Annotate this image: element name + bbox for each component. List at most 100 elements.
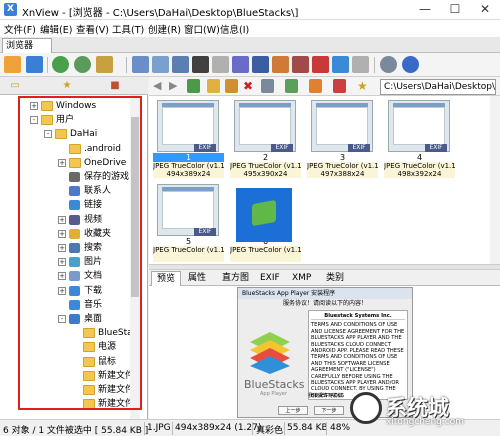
new-folder-icon[interactable] bbox=[207, 79, 220, 93]
title-bar: X XnView - [浏览器 - C:\Users\DaHai\Desktop… bbox=[0, 0, 500, 20]
thumbnail-type: JPEG TrueColor (v1.1) bbox=[384, 162, 455, 170]
thumbnail-number: 5 bbox=[185, 237, 192, 246]
thumbnail-number: 4 bbox=[416, 153, 423, 162]
accept-checkbox-label: 我接受许可协议 bbox=[308, 393, 344, 399]
menu-file[interactable]: 文件(F) bbox=[4, 22, 36, 36]
forward-icon[interactable]: ▶ bbox=[169, 79, 181, 93]
exif-badge: EXIF bbox=[425, 144, 447, 152]
minimize-button[interactable]: — bbox=[410, 0, 440, 20]
menu-view[interactable]: 查看(V) bbox=[76, 22, 109, 36]
refresh-icon[interactable] bbox=[52, 56, 69, 73]
thumbnail-2[interactable]: EXIF 2 JPEG TrueColor (v1.1) 495x390x24 bbox=[230, 98, 301, 178]
sort-icon[interactable] bbox=[285, 79, 298, 93]
view-mode-icon[interactable] bbox=[261, 79, 274, 93]
binoculars-icon[interactable] bbox=[192, 56, 209, 73]
thumbnail-type: JPEG TrueColor (v1.1) bbox=[230, 162, 301, 170]
bluestacks-logo bbox=[246, 328, 294, 376]
status-info: 494x389x24 (1.27) bbox=[175, 423, 262, 433]
paste-icon[interactable] bbox=[152, 56, 169, 73]
thumbnail-number: 2 bbox=[262, 153, 269, 162]
preview-logo-subtitle: App Player bbox=[260, 391, 287, 397]
web-icon[interactable] bbox=[332, 56, 349, 73]
scanner-icon[interactable] bbox=[252, 56, 269, 73]
rating-star-icon[interactable]: ★ bbox=[357, 79, 370, 93]
menu-info[interactable]: 信息(I) bbox=[220, 22, 249, 36]
close-button[interactable]: ✕ bbox=[470, 0, 500, 20]
back-icon[interactable]: ◀ bbox=[153, 79, 165, 93]
copy-icon[interactable] bbox=[132, 56, 149, 73]
stop-icon[interactable] bbox=[74, 56, 91, 73]
thumbnail-scrollbar[interactable] bbox=[490, 96, 500, 264]
dialog-back-button: 上一步 bbox=[278, 406, 308, 415]
favorites-tab-icon[interactable]: ★ bbox=[56, 79, 78, 93]
thumbnail-dimensions: 494x389x24 bbox=[166, 170, 211, 178]
menu-window[interactable]: 窗口(W) bbox=[184, 22, 220, 36]
thumbnail-type: JPEG TrueColor (v1.1) bbox=[230, 246, 301, 254]
thumbnail-type: JPEG TrueColor (v1.1) bbox=[307, 162, 378, 170]
tab-histogram[interactable]: 直方图 bbox=[217, 271, 254, 286]
slideshow-icon[interactable] bbox=[272, 56, 289, 73]
categories-tab-icon[interactable]: ■ bbox=[104, 79, 126, 93]
status-file: 1.JPG bbox=[147, 423, 171, 433]
convert-icon[interactable] bbox=[292, 56, 309, 73]
exif-badge: EXIF bbox=[271, 144, 293, 152]
color-label-icon[interactable] bbox=[333, 79, 346, 93]
menu-create[interactable]: 创建(R) bbox=[148, 22, 181, 36]
menu-edit[interactable]: 编辑(E) bbox=[40, 22, 72, 36]
app-icon: X bbox=[4, 3, 17, 16]
up-folder-icon[interactable] bbox=[187, 79, 200, 93]
folders-tab-icon[interactable]: ▭ bbox=[4, 79, 26, 93]
tab-browser[interactable]: 浏览器 bbox=[2, 38, 52, 53]
main-toolbar bbox=[0, 53, 500, 77]
settings-icon[interactable] bbox=[380, 56, 397, 73]
highlight-box bbox=[18, 96, 142, 410]
tab-xmp[interactable]: XMP bbox=[287, 271, 316, 286]
help-icon[interactable] bbox=[402, 56, 419, 73]
thumbnail-5[interactable]: EXIF 5 JPEG TrueColor (v1.1) bbox=[153, 182, 224, 262]
tab-preview[interactable]: 预览 bbox=[151, 271, 182, 286]
watermark-url: xitongcheng.com bbox=[386, 417, 464, 427]
thumbnail-info: JPEG TrueColor (v1.1) 494x389x24 bbox=[153, 162, 224, 178]
move-icon[interactable] bbox=[225, 79, 238, 93]
thumbnail-image: EXIF bbox=[157, 184, 219, 236]
thumbnail-grid: EXIF 1 JPEG TrueColor (v1.1) 494x389x24 EXIF… bbox=[149, 96, 490, 264]
fullscreen-icon[interactable] bbox=[26, 56, 43, 73]
monitor-icon[interactable] bbox=[232, 56, 249, 73]
thumbnail-dimensions: 498x392x24 bbox=[397, 170, 442, 178]
thumbnail-info: JPEG TrueColor (v1.1) 497x388x24 bbox=[307, 162, 378, 178]
menu-tools[interactable]: 工具(T) bbox=[112, 22, 144, 36]
print-icon[interactable] bbox=[212, 56, 229, 73]
view-icon[interactable] bbox=[172, 56, 189, 73]
preview-dialog-heading: 服务协议！请阅读以下的内容！ bbox=[282, 300, 367, 307]
status-size: 55.84 KB bbox=[287, 423, 328, 433]
exif-badge: EXIF bbox=[348, 144, 370, 152]
delete-icon[interactable]: ✖ bbox=[243, 79, 256, 93]
thumbnail-1[interactable]: EXIF 1 JPEG TrueColor (v1.1) 494x389x24 bbox=[153, 98, 224, 178]
watermark: 系统城 xitongcheng.com bbox=[346, 388, 496, 434]
watermark-logo-icon bbox=[350, 392, 382, 424]
menu-bar: 文件(F) 编辑(E) 查看(V) 工具(T) 创建(R) 窗口(W) 信息(I… bbox=[0, 20, 500, 37]
thumbnail-info: JPEG TrueColor (v1.1) 495x390x24 bbox=[230, 162, 301, 178]
exif-badge: EXIF bbox=[194, 228, 216, 236]
thumbnail-dimensions: 497x388x24 bbox=[320, 170, 365, 178]
thumbnail-info: JPEG TrueColor (v1.1) 498x392x24 bbox=[384, 162, 455, 178]
thumbnail-image: EXIF bbox=[311, 100, 373, 152]
browser-icon[interactable] bbox=[4, 56, 21, 73]
window-title: XnView - [浏览器 - C:\Users\DaHai\Desktop\B… bbox=[22, 8, 299, 19]
document-tab-bar: 浏览器 bbox=[0, 37, 500, 53]
tab-categories[interactable]: 类别 bbox=[321, 271, 349, 286]
path-input[interactable]: C:\Users\DaHai\Desktop\ bbox=[380, 79, 496, 95]
tab-exif[interactable]: EXIF bbox=[255, 271, 285, 286]
license-heading: Bluestack Systems Inc. bbox=[311, 313, 405, 321]
capture-icon[interactable] bbox=[352, 56, 369, 73]
preview-logo-text: BlueStacks bbox=[244, 378, 305, 391]
filmstrip-icon[interactable] bbox=[312, 56, 329, 73]
thumbnail-4[interactable]: EXIF 4 JPEG TrueColor (v1.1) 498x392x24 bbox=[384, 98, 455, 178]
maximize-button[interactable]: ☐ bbox=[440, 0, 470, 20]
tag-icon[interactable] bbox=[96, 56, 113, 73]
thumbnail-number: 3 bbox=[339, 153, 346, 162]
thumbnail-type: JPEG TrueColor (v1.1) bbox=[153, 246, 224, 254]
thumbnail-3[interactable]: EXIF 3 JPEG TrueColor (v1.1) 497x388x24 bbox=[307, 98, 378, 178]
filter-icon[interactable] bbox=[309, 79, 322, 93]
tab-properties[interactable]: 属性 bbox=[183, 271, 211, 286]
